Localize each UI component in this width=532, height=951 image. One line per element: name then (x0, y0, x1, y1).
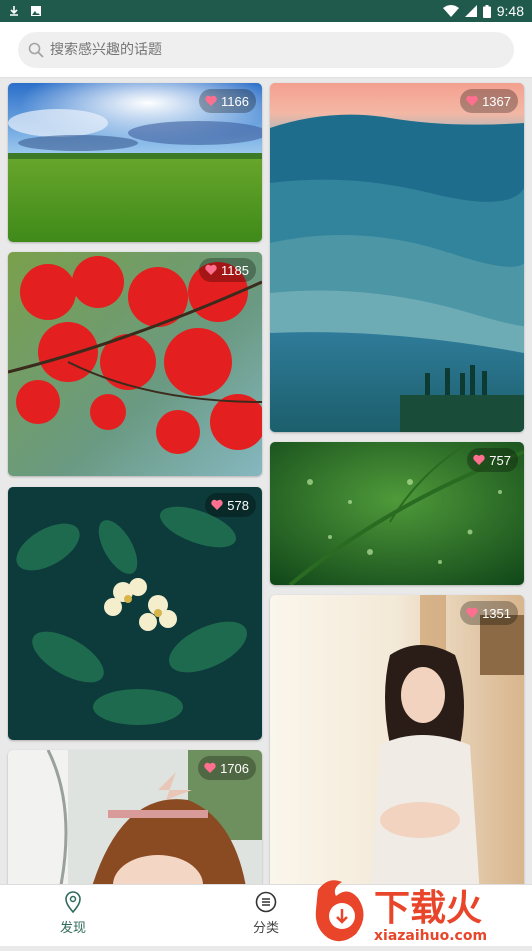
like-count: 1706 (220, 760, 249, 776)
battery-icon (482, 4, 491, 18)
photo-card[interactable]: 578 (8, 487, 262, 740)
search-input[interactable] (50, 42, 470, 58)
nav-discover-label: 发现 (59, 920, 86, 935)
like-count: 1351 (482, 605, 511, 621)
svg-text:xiazaihuo.com: xiazaihuo.com (374, 928, 487, 944)
status-time: 9:48 (496, 3, 524, 19)
like-count: 757 (489, 452, 511, 468)
heart-icon (204, 762, 216, 773)
like-count: 578 (227, 497, 249, 513)
wifi-icon (442, 5, 459, 17)
flower-photo (8, 487, 262, 740)
like-badge[interactable]: 1367 (460, 89, 518, 113)
like-badge[interactable]: 578 (205, 493, 256, 517)
search-box[interactable] (18, 32, 514, 68)
xiazaihuo-logo: 下载火 xiazaihuo.com (315, 880, 487, 944)
photo-card[interactable]: 1351 (270, 595, 524, 884)
mountains-photo (270, 83, 524, 432)
photo-card[interactable]: 1185 (8, 252, 262, 476)
location-pin-icon (65, 891, 81, 913)
heart-icon (466, 95, 478, 106)
photo-card[interactable]: 757 (270, 442, 524, 585)
search-bar (0, 22, 532, 78)
list-icon (255, 891, 277, 913)
search-icon (28, 42, 44, 58)
heart-icon (211, 499, 223, 510)
photo-card[interactable]: 1367 (270, 83, 524, 432)
status-bar: 9:48 (0, 0, 532, 22)
woman-photo (270, 595, 524, 884)
svg-text:下载火: 下载火 (374, 888, 482, 929)
like-badge[interactable]: 1351 (460, 601, 518, 625)
photo-feed[interactable]: 1166 1367 1185 757 578 1351 1706 (0, 78, 532, 884)
photo-card[interactable]: 1706 (8, 750, 262, 884)
watermark-logo: 下载火 xiazaihuo.com (312, 876, 532, 946)
image-icon (31, 6, 41, 16)
like-badge[interactable]: 1706 (198, 756, 256, 780)
photo-card[interactable]: 1166 (8, 83, 262, 242)
heart-icon (473, 454, 485, 465)
nav-category[interactable]: 分类 (236, 891, 296, 936)
nav-category-label: 分类 (252, 920, 279, 935)
like-badge[interactable]: 757 (467, 448, 518, 472)
like-count: 1185 (221, 262, 249, 278)
like-count: 1166 (221, 93, 249, 109)
like-badge[interactable]: 1166 (199, 89, 256, 113)
download-icon (10, 6, 18, 16)
heart-icon (205, 264, 217, 275)
maple-photo (8, 252, 262, 476)
signal-icon (464, 5, 477, 17)
nav-discover[interactable]: 发现 (43, 891, 103, 936)
heart-icon (205, 95, 217, 106)
like-count: 1367 (482, 93, 511, 109)
heart-icon (466, 607, 478, 618)
like-badge[interactable]: 1185 (199, 258, 256, 282)
